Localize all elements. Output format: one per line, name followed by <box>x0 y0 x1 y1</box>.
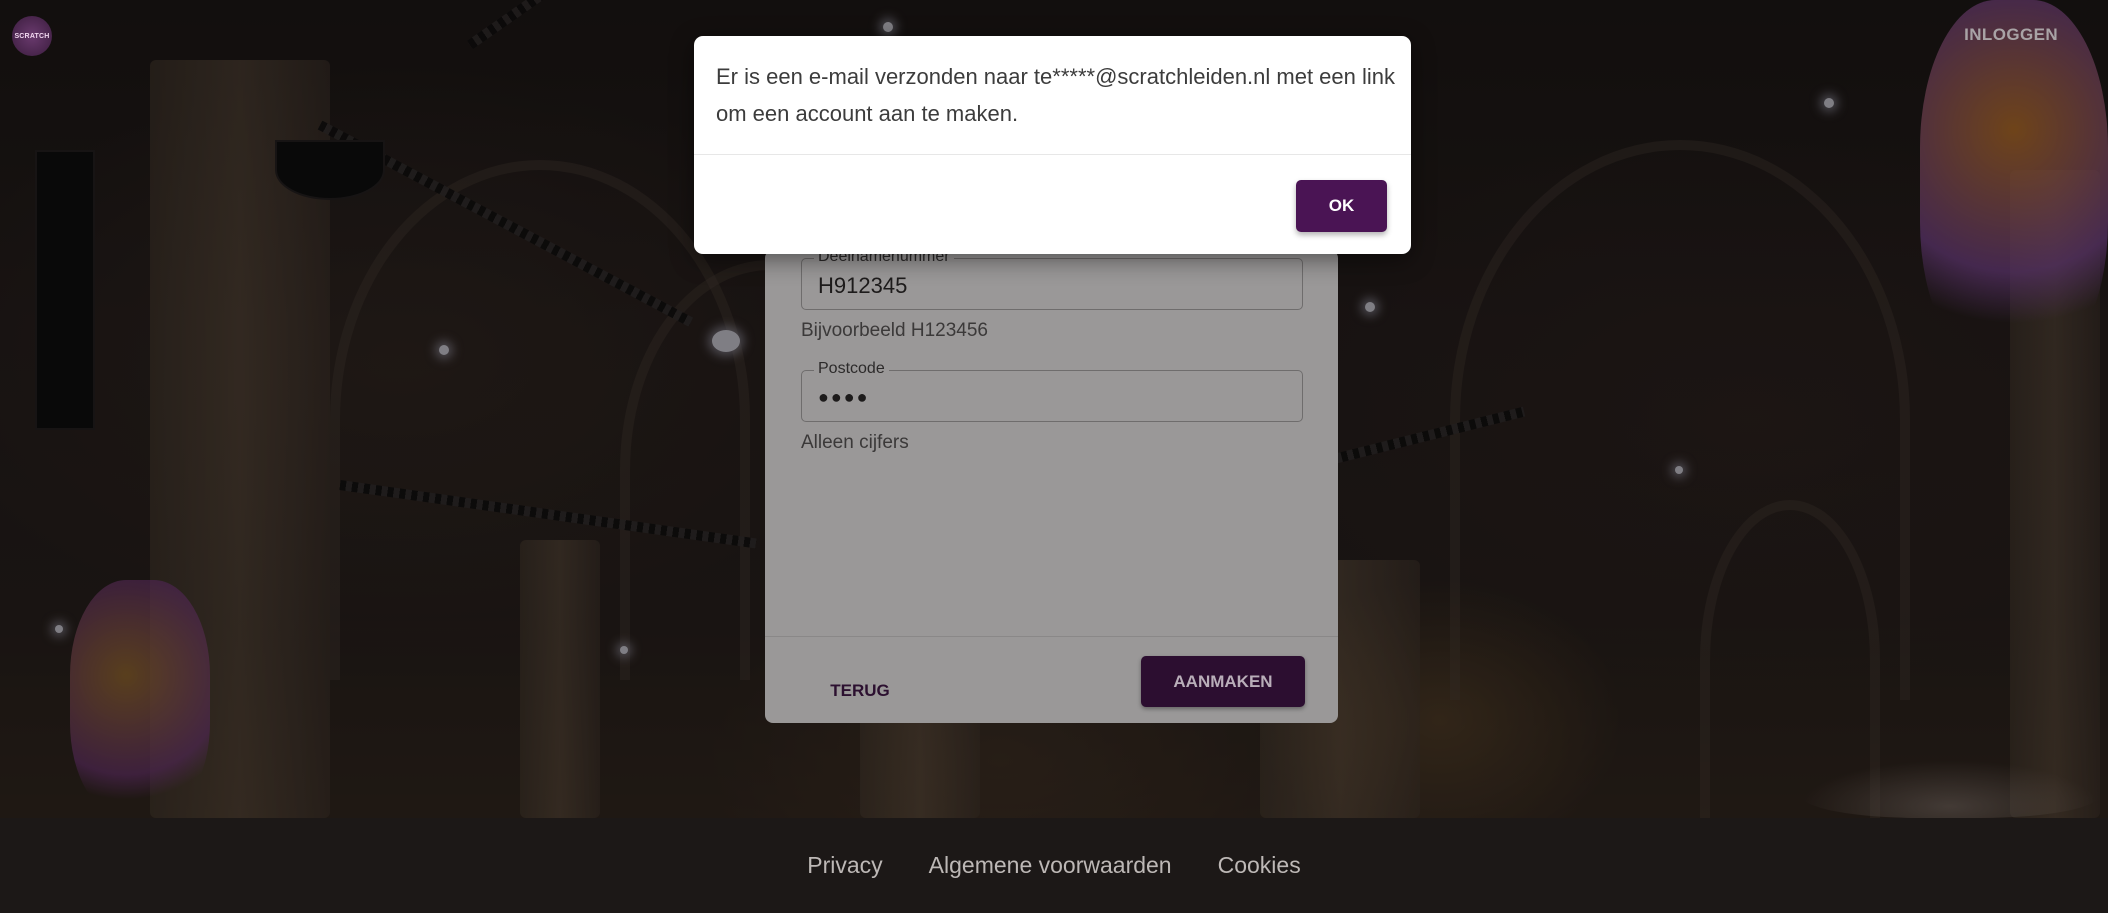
postcode-label: Postcode <box>814 360 889 378</box>
participant-number-helper: Bijvoorbeeld H123456 <box>801 320 988 341</box>
login-link[interactable]: INLOGGEN <box>1964 25 2058 45</box>
scratch-logo[interactable]: SCRATCH <box>12 16 52 56</box>
footer-link-cookies[interactable]: Cookies <box>1218 852 1301 879</box>
dialog-message: Er is een e-mail verzonden naar te*****@… <box>716 64 1396 126</box>
ok-button[interactable]: OK <box>1296 180 1387 232</box>
postcode-value: ●●●● <box>818 387 870 407</box>
postcode-helper: Alleen cijfers <box>801 432 909 453</box>
dialog-divider <box>694 154 1411 155</box>
footer-link-privacy[interactable]: Privacy <box>807 852 882 879</box>
page: SCRATCH INLOGGEN Deelnamenummer H912345 … <box>0 0 2108 913</box>
footer-link-terms[interactable]: Algemene voorwaarden <box>929 852 1172 879</box>
card-divider <box>765 636 1338 637</box>
create-account-button[interactable]: AANMAKEN <box>1141 656 1305 707</box>
logo-text: SCRATCH <box>14 32 50 40</box>
footer: Privacy Algemene voorwaarden Cookies <box>0 818 2108 913</box>
participant-number-value: H912345 <box>818 273 908 298</box>
create-account-card: Deelnamenummer H912345 Bijvoorbeeld H123… <box>765 248 1338 723</box>
back-button[interactable]: TERUG <box>815 668 905 714</box>
participant-number-field[interactable]: Deelnamenummer H912345 <box>801 248 1303 310</box>
postcode-field[interactable]: Postcode ●●●● <box>801 360 1303 422</box>
confirmation-dialog: Er is een e-mail verzonden naar te*****@… <box>694 36 1411 254</box>
